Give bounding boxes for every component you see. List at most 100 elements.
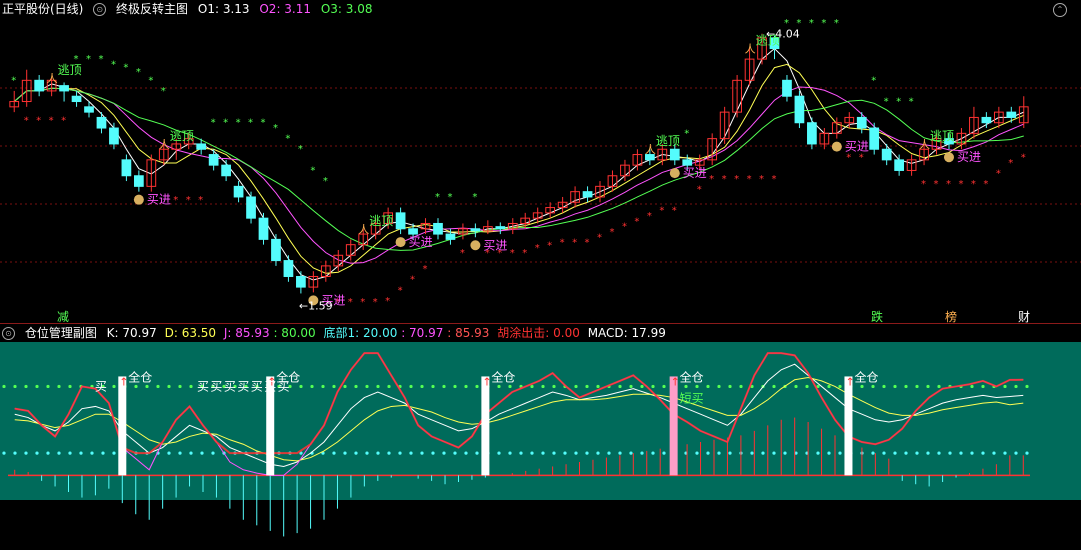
level-20-dot bbox=[1014, 451, 1018, 455]
level-20-dot bbox=[79, 451, 83, 455]
level-20-dot bbox=[211, 451, 215, 455]
candle-body bbox=[121, 159, 132, 177]
level-20-dot bbox=[398, 451, 402, 455]
level-80-dot bbox=[409, 384, 413, 389]
sar-point: * bbox=[1021, 153, 1026, 164]
candle-body bbox=[669, 148, 680, 161]
level-80-dot bbox=[178, 384, 182, 389]
level-80-dot bbox=[695, 384, 699, 389]
candle-body bbox=[221, 164, 231, 177]
short-buy-label: 短买 bbox=[680, 391, 704, 405]
level-20-dot bbox=[959, 451, 963, 455]
level-80-dot bbox=[574, 384, 578, 389]
level-80-dot bbox=[431, 384, 435, 389]
j-extra-value: : 80.00 bbox=[273, 326, 316, 340]
sub-chart[interactable]: ↑ 全仓 ↑ 全仓 ↑ 全仓 ↑ 全仓短买↑ 全仓买买买买买买买买 bbox=[0, 342, 1081, 550]
level-20-dot bbox=[101, 451, 105, 455]
candle-body bbox=[495, 226, 506, 230]
level-20-dot bbox=[1003, 451, 1007, 455]
level-20-dot bbox=[497, 451, 501, 455]
level-20-dot bbox=[717, 451, 721, 455]
level-20-dot bbox=[816, 451, 820, 455]
full-label: 全仓 bbox=[128, 369, 152, 384]
candle-body bbox=[856, 116, 867, 129]
sar-point: * bbox=[859, 153, 864, 164]
level-80-dot bbox=[68, 384, 72, 389]
level-20-dot bbox=[475, 451, 479, 455]
sar-point: * bbox=[285, 134, 290, 145]
sar-point: * bbox=[585, 238, 590, 249]
level-20-dot bbox=[167, 451, 171, 455]
sar-point: * bbox=[684, 128, 689, 139]
level-80-dot bbox=[1003, 384, 1007, 389]
level-20-dot bbox=[948, 451, 952, 455]
buy-coin-icon bbox=[943, 152, 954, 163]
sar-point: * bbox=[447, 192, 452, 203]
level-80-dot bbox=[420, 384, 424, 389]
level-80-dot bbox=[13, 384, 17, 389]
escape-label: 逃顶 bbox=[58, 63, 82, 77]
candle-body bbox=[794, 95, 805, 124]
sar-point: * bbox=[709, 174, 714, 185]
candle-body bbox=[109, 127, 119, 145]
level-20-dot bbox=[596, 451, 600, 455]
sar-point: * bbox=[772, 174, 777, 185]
level-80-dot bbox=[794, 384, 798, 389]
level-80-dot bbox=[134, 384, 138, 389]
escape-icon: 人 bbox=[745, 43, 756, 56]
buy-short-label: 买 bbox=[197, 379, 209, 393]
candle-body bbox=[208, 154, 219, 166]
candle-body bbox=[283, 260, 294, 277]
level-20-dot bbox=[464, 451, 468, 455]
k-value: K: 70.97 bbox=[106, 326, 157, 340]
sar-point: * bbox=[348, 297, 353, 308]
sar-point: * bbox=[298, 144, 303, 155]
level-80-dot bbox=[629, 384, 633, 389]
full-arrow-icon: ↑ bbox=[482, 375, 491, 388]
level-20-dot bbox=[838, 451, 842, 455]
level-80-dot bbox=[332, 384, 336, 389]
escape-icon: 人 bbox=[159, 138, 170, 151]
sar-point: * bbox=[24, 116, 29, 127]
level-80-dot bbox=[860, 384, 864, 389]
candle-body bbox=[258, 217, 269, 240]
sar-point: * bbox=[11, 75, 16, 86]
level-80-dot bbox=[981, 384, 985, 389]
level-80-dot bbox=[827, 384, 831, 389]
level-80-dot bbox=[904, 384, 908, 389]
sar-point: * bbox=[360, 297, 365, 308]
sar-point: * bbox=[647, 211, 652, 222]
candle-body bbox=[34, 79, 45, 92]
escape-label: 逃顶 bbox=[930, 129, 954, 143]
sar-point: * bbox=[111, 59, 116, 70]
collapse-icon[interactable]: ⌃ bbox=[1053, 3, 1067, 17]
level-20-dot bbox=[607, 451, 611, 455]
sub-indicator-name[interactable]: 仓位管理副图 bbox=[25, 326, 97, 340]
level-20-dot bbox=[365, 451, 369, 455]
buy-label: 买进 bbox=[683, 166, 707, 180]
sar-point: * bbox=[223, 118, 228, 129]
stock-title[interactable]: 正平股份(日线) bbox=[2, 2, 83, 16]
exit-value: 胡涂出击: 0.00 bbox=[497, 326, 580, 340]
level-80-dot bbox=[585, 384, 589, 389]
level-20-dot bbox=[750, 451, 754, 455]
candle-body bbox=[271, 238, 281, 262]
ma-green-line bbox=[13, 87, 1024, 251]
main-chart[interactable]: * * * * * * * * * * * * * * * * * * * * * * * * * * * * * * * * * * * * * * * *… bbox=[0, 18, 1081, 323]
level-80-dot bbox=[57, 384, 61, 389]
settings-icon[interactable]: ⊙ bbox=[2, 327, 15, 340]
sar-point: * bbox=[697, 185, 702, 196]
candle-body bbox=[59, 85, 69, 92]
sar-point: * bbox=[958, 179, 963, 190]
escape-label: 逃顶 bbox=[369, 214, 393, 228]
level-20-dot bbox=[178, 451, 182, 455]
full-position-bar bbox=[669, 376, 678, 476]
buy-short-label: 买 bbox=[251, 379, 263, 393]
level-20-dot bbox=[651, 451, 655, 455]
settings-icon[interactable]: ⊙ bbox=[93, 3, 107, 16]
level-20-dot bbox=[508, 451, 512, 455]
level-80-dot bbox=[167, 384, 171, 389]
escape-label: 逃顶 bbox=[170, 129, 194, 143]
j-value: J: 85.93 bbox=[223, 326, 270, 340]
main-indicator-name[interactable]: 终极反转主图 bbox=[116, 2, 188, 16]
